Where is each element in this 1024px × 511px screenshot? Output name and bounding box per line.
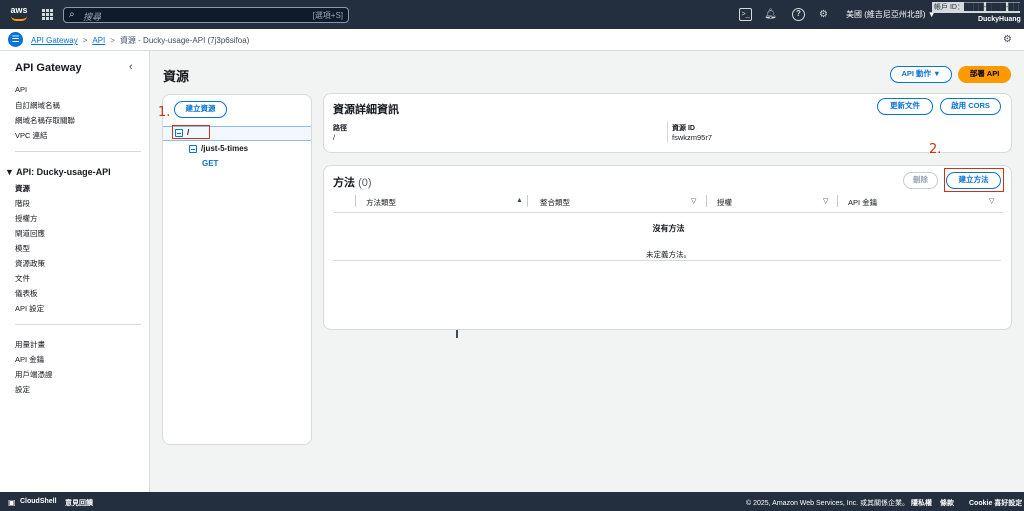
column-separator (706, 195, 707, 207)
sidebar-item-documentation[interactable]: 文件 (15, 273, 30, 284)
sidebar-item-stages[interactable]: 階段 (15, 198, 30, 209)
sort-ascending-icon[interactable]: ▲ (516, 197, 523, 204)
copyright-text: © 2025, Amazon Web Services, Inc. 或其關係企業… (746, 500, 909, 507)
sidebar-item-domain-access[interactable]: 網域名稱存取關聯 (15, 115, 75, 126)
column-separator (527, 195, 528, 207)
account-id: 帳戶 ID：████-████-████ (932, 2, 1020, 13)
sidebar-item-gateway-responses[interactable]: 閘道回應 (15, 228, 45, 239)
page-settings-icon[interactable]: ⚙ (1003, 34, 1014, 45)
breadcrumb-api[interactable]: API (92, 36, 105, 45)
breadcrumb-bar: ☰ API Gateway > API > 資源 - Ducky-usage-A… (0, 29, 1024, 51)
empty-state-description: 未定義方法。 (646, 250, 691, 259)
create-resource-button[interactable]: 建立資源 (174, 101, 227, 118)
sidebar-item-usage-plans[interactable]: 用量計畫 (15, 339, 45, 350)
region-selector[interactable]: 美國 (維吉尼亞州北部) ▼ (846, 9, 936, 20)
table-header-rule (334, 212, 1003, 213)
path-value: / (333, 133, 336, 142)
top-navigation: aws ⌕ 搜尋 [選項+S] >_ 🔔︎ ? ⚙ 美國 (維吉尼亞州北部) ▼… (0, 0, 1024, 29)
sidebar-item-authorizers[interactable]: 授權方 (15, 213, 38, 224)
sort-icon[interactable]: ▽ (691, 197, 696, 205)
feedback-link[interactable]: 意見回饋 (65, 498, 93, 508)
menu-toggle-button[interactable]: ☰ (8, 32, 23, 47)
column-separator (355, 195, 356, 207)
resource-details-title: 資源詳細資訊 (333, 104, 399, 116)
sidebar: API Gateway ‹ API 自訂網域名稱 網域名稱存取關聯 VPC 連結… (0, 51, 150, 492)
breadcrumb: API Gateway > API > 資源 - Ducky-usage-API… (31, 35, 249, 46)
privacy-link[interactable]: 隱私權 (911, 498, 932, 508)
annotation-step-1: 1. (158, 105, 171, 120)
sort-icon[interactable]: ▽ (823, 197, 828, 205)
sidebar-divider (15, 324, 141, 325)
delete-method-button[interactable]: 刪除 (903, 172, 938, 189)
collapse-icon[interactable] (189, 144, 197, 153)
resource-id-value: fswkzm95r7 (672, 133, 713, 142)
tree-method-get[interactable]: GET (202, 159, 218, 168)
highlight-root-box (172, 125, 210, 139)
chevron-right-icon: > (110, 36, 115, 45)
sidebar-item-vpc-links[interactable]: VPC 連結 (15, 130, 48, 141)
cloudshell-icon[interactable]: >_ (739, 8, 752, 21)
column-api-key[interactable]: API 金鑰 (848, 197, 877, 208)
services-grid-icon[interactable] (42, 9, 53, 20)
methods-panel (323, 165, 1012, 330)
page-title: 資源 (163, 69, 190, 84)
column-integration-type[interactable]: 整合類型 (540, 197, 570, 208)
sidebar-item-dashboard[interactable]: 儀表板 (15, 288, 38, 299)
sidebar-item-client-certificates[interactable]: 用戶端憑證 (15, 369, 53, 380)
sidebar-item-api[interactable]: API (15, 85, 27, 94)
collapse-sidebar-icon[interactable]: ‹ (129, 61, 133, 73)
cookie-preferences-link[interactable]: Cookie 喜好設定 (969, 498, 1022, 508)
chevron-right-icon: > (82, 36, 88, 45)
account-menu[interactable]: DuckyHuang (978, 16, 1021, 23)
aws-logo[interactable]: aws (8, 6, 30, 23)
table-header-divider (333, 260, 1001, 261)
sort-icon[interactable]: ▽ (989, 197, 994, 205)
sidebar-item-api-keys[interactable]: API 金鑰 (15, 354, 44, 365)
sidebar-item-settings[interactable]: 設定 (15, 384, 30, 395)
enable-cors-button[interactable]: 啟用 CORS (940, 98, 1001, 115)
methods-title: 方法 (0) (333, 177, 372, 189)
sidebar-item-custom-domains[interactable]: 自訂網域名稱 (15, 100, 60, 111)
sidebar-item-models[interactable]: 模型 (15, 243, 30, 254)
highlight-create-method-box (944, 168, 1004, 192)
sidebar-item-resource-policy[interactable]: 資源政策 (15, 258, 45, 269)
path-label: 路徑 (333, 125, 347, 132)
notifications-bell-icon[interactable]: 🔔︎ (764, 8, 777, 21)
sidebar-title: API Gateway (15, 62, 82, 74)
sidebar-item-resources[interactable]: 資源 (15, 183, 30, 194)
footer: ▣ CloudShell 意見回饋 © 2025, Amazon Web Ser… (0, 492, 1024, 511)
tree-node-just-5-times[interactable]: /just-5-times (189, 144, 248, 153)
details-divider (667, 121, 668, 143)
cloudshell-link[interactable]: CloudShell (20, 498, 57, 505)
search-icon: ⌕ (69, 9, 75, 20)
deploy-api-button[interactable]: 部署 API (958, 66, 1011, 83)
resize-handle[interactable] (456, 330, 458, 338)
api-actions-button[interactable]: API 動作 ▼ (890, 66, 952, 83)
update-docs-button[interactable]: 更新文件 (877, 98, 933, 115)
settings-gear-icon[interactable]: ⚙ (817, 8, 830, 21)
sidebar-item-api-settings[interactable]: API 設定 (15, 303, 44, 314)
annotation-step-2: 2. (929, 142, 942, 157)
empty-state-title: 沒有方法 (652, 224, 685, 233)
sidebar-divider (15, 151, 141, 152)
cloudshell-footer-icon[interactable]: ▣ (8, 498, 16, 507)
column-separator (837, 195, 838, 207)
search-input[interactable]: ⌕ 搜尋 [選項+S] (63, 7, 349, 23)
column-authorization[interactable]: 授權 (717, 197, 732, 208)
breadcrumb-api-gateway[interactable]: API Gateway (31, 36, 78, 45)
terms-link[interactable]: 條款 (940, 498, 954, 508)
main-content: 資源 API 動作 ▼ 部署 API 建立資源 / /just-5-times … (150, 51, 1024, 492)
resource-id-label: 資源 ID (672, 125, 695, 132)
help-icon[interactable]: ? (792, 8, 805, 21)
breadcrumb-current: 資源 - Ducky-usage-API (7j3p6sifoa) (119, 36, 250, 45)
column-method-type[interactable]: 方法類型 (366, 197, 396, 208)
sidebar-api-section[interactable]: ▼ API: Ducky-usage-API (5, 167, 111, 177)
